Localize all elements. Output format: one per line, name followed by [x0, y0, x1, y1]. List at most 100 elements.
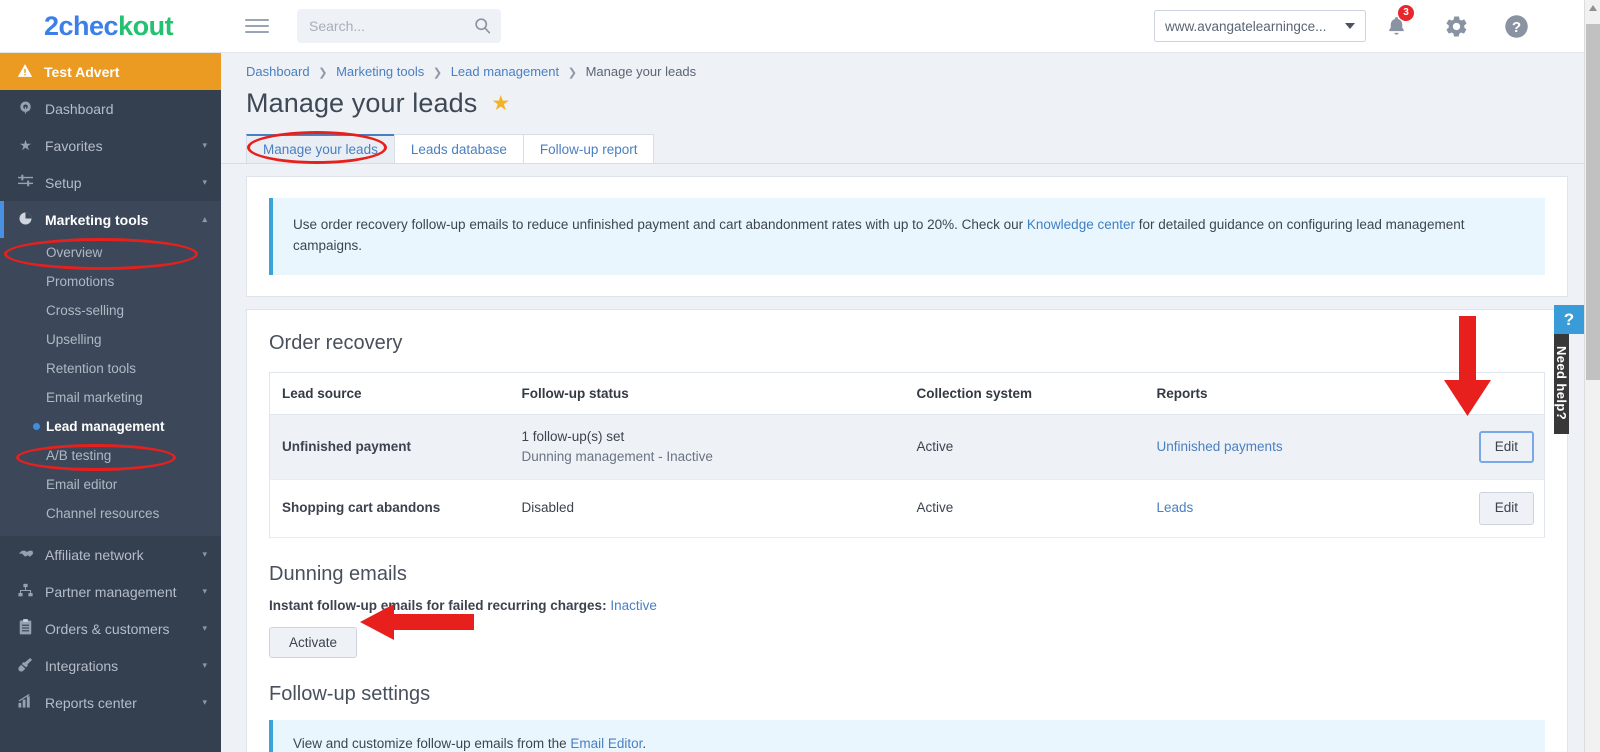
search-box[interactable] [297, 9, 501, 43]
cell-collection-system: Active [904, 479, 1145, 538]
breadcrumb-item-lead-management[interactable]: Lead management [451, 64, 559, 79]
sidebar-item-email-editor[interactable]: Email editor [0, 470, 221, 499]
top-bar: 2checkout www.avangatelearningce... 3 [0, 0, 1584, 53]
sidebar-subitem-label: Email editor [46, 477, 118, 492]
sliders-icon [17, 174, 34, 191]
edit-button-shopping-cart-abandons[interactable]: Edit [1478, 492, 1534, 525]
table-row: Shopping cart abandons Disabled Active L… [269, 479, 1545, 538]
breadcrumb-item-dashboard[interactable]: Dashboard [246, 64, 310, 79]
test-advert-banner[interactable]: Test Advert [0, 53, 221, 90]
sidebar-subitem-label: Channel resources [46, 506, 160, 521]
sidebar-item-setup[interactable]: Setup ▾ [0, 164, 221, 201]
tab-manage-your-leads[interactable]: Manage your leads [246, 134, 395, 163]
sidebar-subitem-label: Email marketing [46, 390, 143, 405]
sidebar-item-label: Marketing tools [45, 211, 149, 228]
sidebar-item-label: Orders & customers [45, 620, 170, 637]
sidebar-item-lead-management[interactable]: Lead management [0, 412, 221, 441]
search-input[interactable] [297, 9, 501, 43]
chevron-down-icon: ▾ [202, 660, 207, 670]
scroll-up-arrow-icon[interactable] [1589, 5, 1597, 11]
need-help-label: Need help? [1554, 334, 1569, 435]
sidebar-item-label: Affiliate network [45, 546, 144, 563]
sidebar-item-ab-testing[interactable]: A/B testing [0, 441, 221, 470]
knowledge-center-link[interactable]: Knowledge center [1027, 217, 1135, 232]
follow-up-settings-heading: Follow-up settings [269, 682, 431, 705]
breadcrumb-item-marketing-tools[interactable]: Marketing tools [336, 64, 424, 79]
sidebar-item-orders-customers[interactable]: Orders & customers ▾ [0, 610, 221, 647]
sidebar-item-label: Setup [45, 174, 82, 191]
sidebar-item-cross-selling[interactable]: Cross-selling [0, 296, 221, 325]
sidebar-item-partner-management[interactable]: Partner management ▾ [0, 573, 221, 610]
sidebar-subitem-label: Lead management [46, 419, 165, 434]
cell-collection-system: Active [904, 414, 1145, 481]
hamburger-bar [245, 19, 269, 21]
page-title-text: Manage your leads [246, 88, 478, 118]
dashboard-icon [17, 100, 34, 118]
cell-follow-up-status: 1 follow-up(s) set Dunning management - … [509, 414, 905, 481]
chevron-down-icon [1345, 23, 1355, 29]
settings-button[interactable] [1426, 14, 1486, 39]
notifications-button[interactable]: 3 [1366, 5, 1426, 38]
search-icon [474, 17, 491, 39]
activate-button[interactable]: Activate [269, 626, 358, 658]
svg-text:?: ? [1511, 19, 1520, 36]
sidebar-item-marketing-tools[interactable]: Marketing tools ▴ [0, 201, 221, 238]
need-help-question-icon: ? [1554, 305, 1584, 334]
sidebar-subitem-label: Retention tools [46, 361, 137, 376]
sidebar-item-retention-tools[interactable]: Retention tools [0, 354, 221, 383]
logo-text-first: 2chec [44, 10, 119, 41]
question-circle-icon: ? [1504, 14, 1528, 38]
chevron-down-icon: ▾ [202, 140, 207, 150]
dunning-status-value[interactable]: Inactive [610, 598, 657, 613]
column-header-follow-up-status: Follow-up status [509, 372, 905, 415]
app-logo[interactable]: 2checkout [0, 11, 221, 42]
sidebar-item-reports-center[interactable]: Reports center ▾ [0, 684, 221, 721]
bar-chart-icon [17, 693, 34, 711]
email-editor-link[interactable]: Email Editor [570, 736, 642, 751]
hamburger-icon[interactable] [245, 19, 269, 33]
notification-badge: 3 [1398, 5, 1414, 21]
sidebar-item-favorites[interactable]: ★ Favorites ▾ [0, 127, 221, 164]
help-button[interactable]: ? [1486, 13, 1546, 40]
dunning-management-status: Dunning management - Inactive [521, 449, 713, 465]
scrollbar-thumb[interactable] [1586, 24, 1600, 380]
sidebar-item-overview[interactable]: Overview [0, 238, 221, 267]
sidebar-item-label: Reports center [45, 694, 137, 711]
hamburger-bar [245, 25, 269, 27]
hamburger-bar [245, 31, 269, 33]
sidebar-item-channel-resources[interactable]: Channel resources [0, 499, 221, 528]
site-selector-value: www.avangatelearningce... [1165, 18, 1327, 34]
sidebar-item-upselling[interactable]: Upselling [0, 325, 221, 354]
order-recovery-heading: Order recovery [269, 331, 403, 354]
breadcrumb: Dashboard ❯ Marketing tools ❯ Lead manag… [221, 53, 1584, 79]
site-selector[interactable]: www.avangatelearningce... [1154, 10, 1366, 42]
need-help-tab[interactable]: ? Need help? [1554, 305, 1584, 435]
favorite-star-icon[interactable]: ★ [491, 91, 510, 116]
tab-leads-database[interactable]: Leads database [393, 134, 524, 163]
follow-up-settings-banner: View and customize follow-up emails from… [269, 719, 1545, 752]
top-bar-right: www.avangatelearningce... 3 ? [1154, 5, 1584, 42]
sidebar-item-integrations[interactable]: Integrations ▾ [0, 647, 221, 684]
table-row: Unfinished payment 1 follow-up(s) set Du… [269, 414, 1545, 481]
sidebar-item-affiliate-network[interactable]: Affiliate network ▾ [0, 536, 221, 573]
cell-actions: Edit [1389, 479, 1545, 538]
sidebar-item-email-marketing[interactable]: Email marketing [0, 383, 221, 412]
browser-scrollbar[interactable] [1584, 0, 1600, 752]
breadcrumb-separator: ❯ [567, 67, 577, 79]
report-link-leads[interactable]: Leads [1157, 500, 1194, 515]
annotation-arrow-left-activate [360, 604, 474, 640]
sidebar-item-promotions[interactable]: Promotions [0, 267, 221, 296]
follow-up-banner-text-before: View and customize follow-up emails from… [293, 735, 571, 751]
sidebar-item-dashboard[interactable]: Dashboard [0, 90, 221, 127]
sidebar-item-label: Integrations [45, 657, 119, 674]
dunning-emails-heading: Dunning emails [269, 562, 407, 585]
tab-follow-up-report[interactable]: Follow-up report [522, 134, 655, 163]
report-link-unfinished-payments[interactable]: Unfinished payments [1157, 439, 1283, 454]
edit-button-unfinished-payment[interactable]: Edit [1478, 430, 1534, 464]
plug-icon [17, 657, 34, 675]
gear-icon [1446, 15, 1466, 37]
column-header-reports: Reports [1144, 372, 1390, 415]
cell-lead-source: Shopping cart abandons [269, 479, 510, 538]
org-chart-icon [17, 583, 34, 601]
column-header-collection-system: Collection system [904, 372, 1145, 415]
